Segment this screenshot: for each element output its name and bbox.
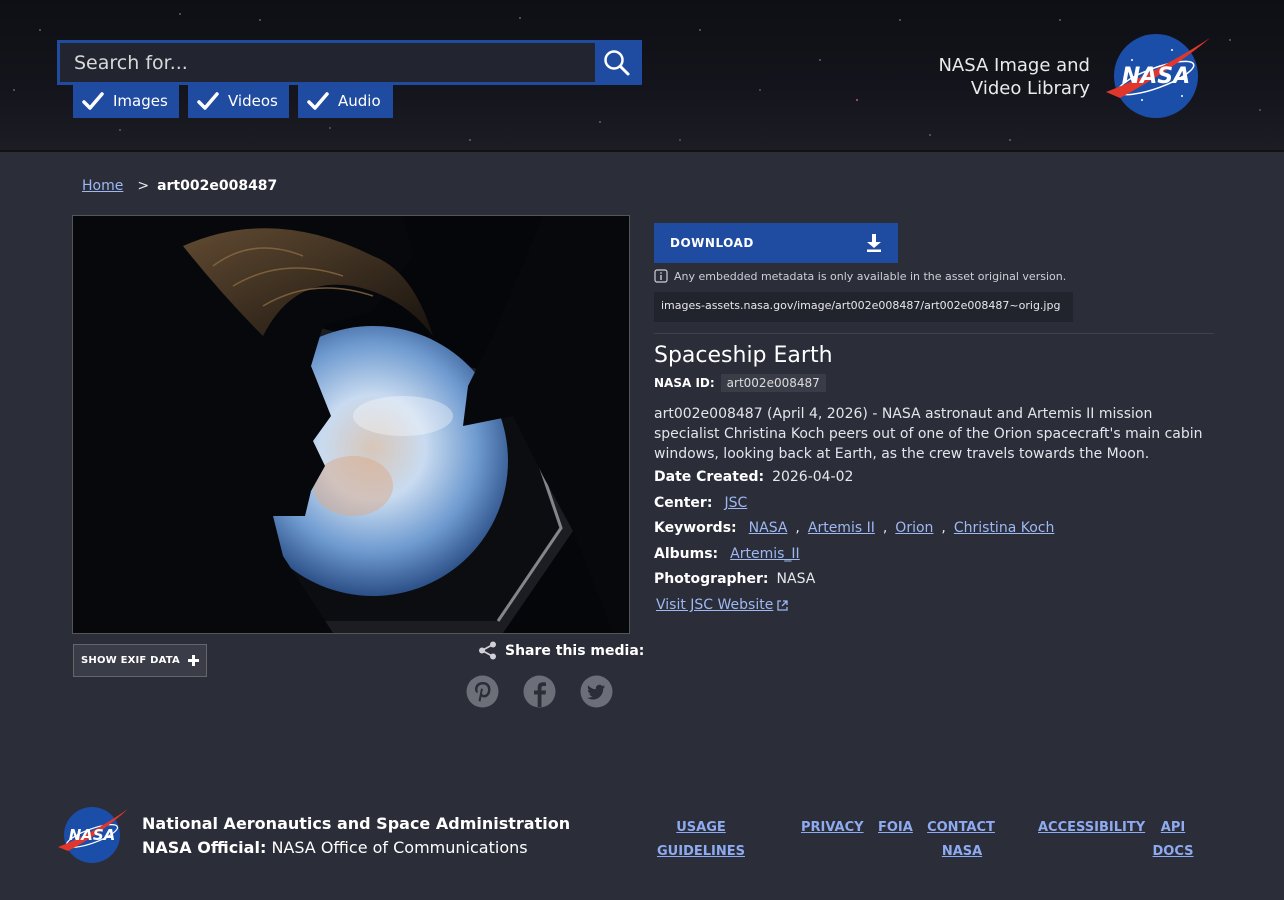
filter-images[interactable]: Images (73, 84, 179, 118)
download-button[interactable]: DOWNLOAD (654, 223, 898, 263)
asset-description: art002e008487 (April 4, 2026) - NASA ast… (654, 406, 1203, 462)
footer-link-accessibility[interactable]: ACCESSIBILITY (1038, 816, 1145, 840)
filter-audio[interactable]: Audio (298, 84, 393, 118)
album-link[interactable]: Artemis_II (730, 546, 800, 562)
footer-official-value: NASA Office of Communications (271, 838, 528, 857)
footer-link-contact-nasa[interactable]: CONTACT NASA (926, 816, 996, 864)
nasa-id-row: NASA ID: art002e008487 (654, 374, 826, 392)
keyword-link[interactable]: Artemis II (808, 520, 875, 536)
filter-label: Videos (228, 92, 278, 110)
plus-icon (188, 655, 199, 666)
download-label: DOWNLOAD (670, 236, 754, 250)
checkmark-icon (82, 92, 104, 110)
keyword-link[interactable]: NASA (749, 520, 788, 536)
albums-label: Albums: (654, 546, 719, 562)
filter-label: Images (113, 92, 168, 110)
footer-link-line: GUIDELINES (657, 844, 745, 859)
search-bar (57, 40, 642, 85)
site-header: Images Videos Audio NASA Image and Video… (0, 0, 1284, 152)
date-created-row: Date Created: 2026-04-02 (654, 469, 853, 485)
filter-label: Audio (338, 92, 381, 110)
center-link[interactable]: JSC (724, 495, 747, 511)
info-icon (654, 269, 668, 283)
comma: , (882, 520, 888, 536)
date-created-value: 2026-04-02 (772, 469, 854, 485)
svg-text:NASA: NASA (1122, 64, 1190, 89)
divider (654, 333, 1214, 334)
albums-row: Albums: Artemis_II (654, 546, 800, 562)
center-row: Center: JSC (654, 495, 747, 511)
metadata-note-text: Any embedded metadata is only available … (674, 269, 1067, 283)
footer-link-line: CONTACT (927, 820, 995, 835)
photographer-row: Photographer: NASA (654, 571, 815, 587)
center-label: Center: (654, 495, 713, 511)
search-input[interactable] (60, 43, 595, 82)
date-created-label: Date Created: (654, 469, 765, 485)
media-image[interactable] (72, 215, 630, 634)
breadcrumb-current: art002e008487 (157, 178, 278, 194)
site-title-line1: NASA Image and (938, 55, 1090, 76)
astronaut-earth-photo (73, 216, 629, 633)
asset-url-field[interactable]: images-assets.nasa.gov/image/art002e0084… (654, 292, 1073, 322)
twitter-icon[interactable] (580, 675, 613, 708)
keywords-label: Keywords: (654, 520, 737, 536)
checkmark-icon (197, 92, 219, 110)
share-label: Share this media: (478, 641, 644, 660)
download-icon (867, 234, 881, 252)
photographer-label: Photographer: (654, 571, 769, 587)
footer-link-line: DOCS (1152, 844, 1194, 859)
photographer-value: NASA (776, 571, 816, 587)
comma: , (795, 520, 800, 536)
facebook-icon[interactable] (523, 675, 556, 708)
keyword-link[interactable]: Orion (895, 520, 933, 536)
footer-link-line: API (1160, 820, 1186, 835)
search-button[interactable] (595, 43, 639, 82)
site-title-line2: Video Library (970, 78, 1090, 99)
footer-link-foia[interactable]: FOIA (878, 816, 913, 840)
exif-button-label: SHOW EXIF DATA (80, 655, 180, 666)
keyword-link[interactable]: Christina Koch (954, 520, 1055, 536)
breadcrumb-home-link[interactable]: Home (82, 178, 123, 194)
footer-org-name: National Aeronautics and Space Administr… (142, 814, 571, 833)
footer-link-usage-guidelines[interactable]: USAGE GUIDELINES (655, 816, 747, 864)
share-icon (479, 641, 496, 660)
search-icon (604, 49, 630, 75)
comma: , (941, 520, 946, 536)
nasa-id-value: art002e008487 (720, 374, 826, 392)
footer-link-line: NASA (941, 844, 983, 859)
share-label-text: Share this media: (505, 642, 645, 659)
nasa-id-label: NASA ID: (654, 376, 715, 390)
checkmark-icon (307, 92, 329, 110)
keywords-row: Keywords: NASA, Artemis II, Orion, Chris… (654, 520, 1054, 536)
visit-jsc-link[interactable]: Visit JSC Website (656, 597, 788, 613)
footer-link-privacy[interactable]: PRIVACY (801, 816, 864, 840)
breadcrumb: Home > art002e008487 (82, 178, 277, 194)
show-exif-button[interactable]: SHOW EXIF DATA (73, 644, 207, 677)
asset-title: Spaceship Earth (654, 343, 833, 368)
nasa-logo[interactable]: NASA (1102, 30, 1214, 122)
breadcrumb-separator: > (137, 178, 150, 194)
pinterest-icon[interactable] (466, 675, 499, 708)
footer-org: National Aeronautics and Space Administr… (142, 812, 570, 860)
site-title[interactable]: NASA Image and Video Library (935, 54, 1090, 100)
svg-text:NASA: NASA (69, 826, 116, 844)
external-link-icon (777, 599, 788, 611)
footer-link-api-docs[interactable]: API DOCS (1152, 816, 1194, 864)
footer-official-label: NASA Official: (142, 838, 267, 857)
visit-link-text: Visit JSC Website (656, 597, 774, 613)
nasa-logo-footer[interactable]: NASA (56, 805, 130, 865)
footer-link-line: USAGE (676, 820, 726, 835)
metadata-note: Any embedded metadata is only available … (654, 269, 1066, 283)
filter-videos[interactable]: Videos (188, 84, 289, 118)
